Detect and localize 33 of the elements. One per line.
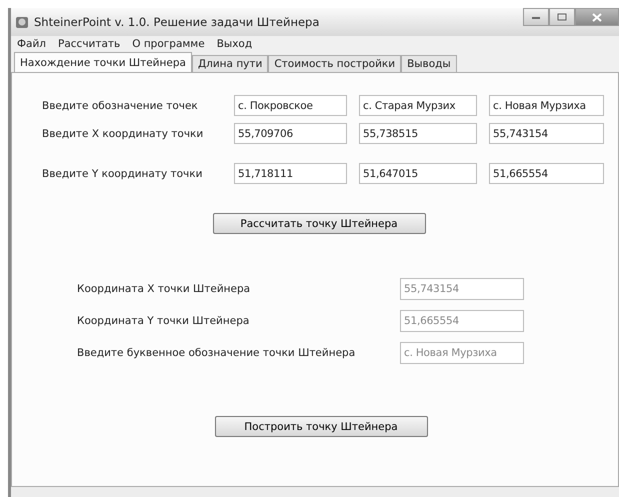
input-field[interactable]: 55,709706: [234, 123, 347, 144]
input-field[interactable]: 51,718111: [234, 163, 347, 184]
window-title: ShteinerPoint v. 1.0. Решение задачи Штейнера: [34, 15, 320, 29]
input-field[interactable]: с. Новая Мурзиха: [489, 95, 604, 116]
input-field[interactable]: 51,647015: [359, 163, 477, 184]
calculate-button[interactable]: Рассчитать точку Штейнера: [212, 213, 426, 234]
input-field[interactable]: 55,743154: [489, 123, 604, 144]
field-label: Координата X точки Штейнера: [77, 283, 252, 295]
field-label: Введите обозначение точек: [42, 100, 199, 112]
close-icon: [592, 12, 602, 22]
build-button[interactable]: Построить точку Штейнера: [214, 416, 428, 437]
input-field[interactable]: 55,738515: [359, 123, 477, 144]
close-button[interactable]: [575, 8, 619, 26]
menu-item[interactable]: Рассчитать: [58, 38, 120, 50]
maximize-button[interactable]: [549, 8, 575, 26]
field-label: Введите буквенное обозначение точки Штейнера: [77, 347, 356, 359]
tab[interactable]: Длина пути: [192, 55, 268, 72]
input-field[interactable]: с. Покровское: [234, 95, 347, 116]
app-icon: [15, 15, 29, 29]
tab[interactable]: Стоимость постройки: [268, 55, 402, 72]
input-field[interactable]: с. Старая Мурзих: [359, 95, 477, 116]
field-label: Координата Y точки Штейнера: [77, 315, 250, 327]
field-label: Введите Y координату точки: [42, 168, 204, 180]
tab[interactable]: Выводы: [401, 55, 457, 72]
menu-item[interactable]: Выход: [216, 38, 252, 50]
menu-item[interactable]: О программе: [132, 38, 205, 50]
tab[interactable]: Нахождение точки Штейнера: [14, 52, 192, 72]
input-field[interactable]: 51,665554: [489, 163, 604, 184]
field-label: Введите X координату точки: [42, 128, 204, 140]
maximize-icon: [557, 13, 567, 21]
minimize-icon: [531, 14, 541, 20]
menu-item[interactable]: Файл: [17, 38, 46, 50]
minimize-button[interactable]: [523, 8, 549, 26]
